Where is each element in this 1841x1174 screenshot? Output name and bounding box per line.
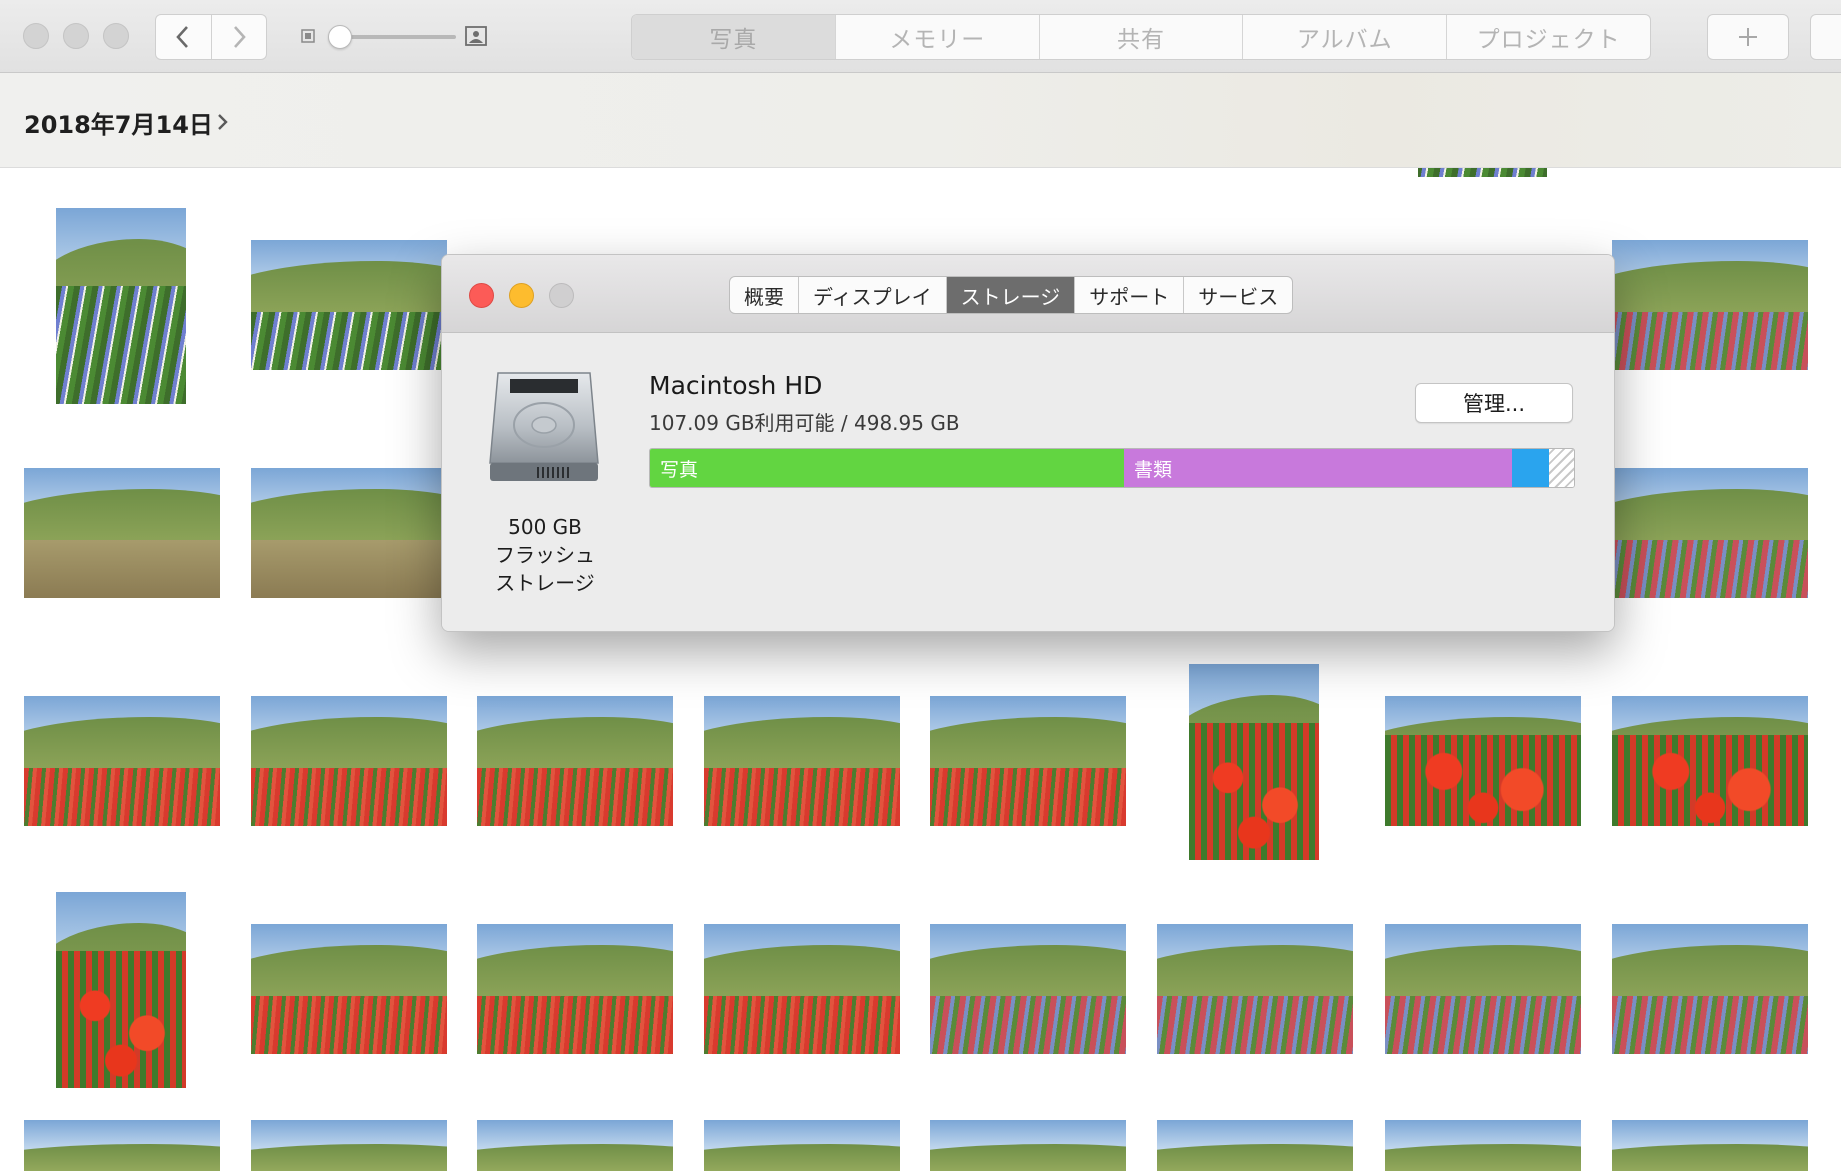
- tab-storage[interactable]: ストレージ: [945, 277, 1075, 313]
- share-button[interactable]: [1810, 14, 1841, 60]
- photo-thumbnail[interactable]: [704, 1120, 900, 1174]
- photo-thumbnail[interactable]: [477, 1120, 673, 1174]
- date-title[interactable]: 2018年7月14日: [24, 105, 213, 140]
- photo-thumbnail[interactable]: [1385, 1120, 1581, 1174]
- photo-thumbnail[interactable]: [251, 240, 447, 370]
- usage-segment-free: [1549, 449, 1574, 487]
- forward-chevron-icon: [233, 26, 246, 48]
- tab-photos[interactable]: 写真: [632, 15, 835, 59]
- hard-drive-icon: [489, 372, 599, 481]
- window-zoom-button[interactable]: [103, 23, 129, 49]
- dialog-zoom-button[interactable]: [549, 283, 574, 308]
- storage-usage-bar[interactable]: 写真 書類: [649, 448, 1575, 488]
- photo-thumbnail[interactable]: [1612, 924, 1808, 1054]
- tab-shared[interactable]: 共有: [1038, 15, 1243, 59]
- photo-thumbnail[interactable]: [477, 696, 673, 826]
- tab-service[interactable]: サービス: [1183, 277, 1292, 313]
- usage-segment-other[interactable]: [1512, 449, 1550, 487]
- add-button[interactable]: [1707, 14, 1789, 60]
- photo-thumbnail[interactable]: [251, 696, 447, 826]
- manage-button[interactable]: 管理...: [1415, 383, 1573, 423]
- photo-thumbnail[interactable]: [704, 924, 900, 1054]
- tab-memories[interactable]: メモリー: [834, 15, 1039, 59]
- drive-size-label: 500 GB: [508, 515, 582, 539]
- dialog-minimize-button[interactable]: [509, 283, 534, 308]
- window-close-button[interactable]: [23, 23, 49, 49]
- storage-panel: 500 GB フラッシュ ストレージ Macintosh HD 107.09 G…: [442, 333, 1614, 631]
- date-header: 2018年7月14日: [0, 73, 1841, 168]
- photo-thumbnail[interactable]: [930, 1120, 1126, 1174]
- drive-type-label-2: ストレージ: [495, 571, 595, 595]
- back-chevron-icon: [176, 26, 189, 48]
- tab-albums[interactable]: アルバム: [1242, 15, 1446, 59]
- dialog-tabs: 概要 ディスプレイ ストレージ サポート サービス: [729, 276, 1294, 314]
- toolbar: 写真 メモリー 共有 アルバム プロジェクト: [0, 0, 1841, 73]
- photo-thumbnail[interactable]: [1612, 1120, 1808, 1174]
- photo-thumbnail[interactable]: [1612, 696, 1808, 826]
- photo-thumbnail[interactable]: [704, 696, 900, 826]
- dialog-close-button[interactable]: [469, 283, 494, 308]
- photo-thumbnail[interactable]: [1157, 924, 1353, 1054]
- back-button[interactable]: [156, 15, 211, 59]
- dialog-titlebar: 概要 ディスプレイ ストレージ サポート サービス: [442, 255, 1614, 333]
- photo-thumbnail[interactable]: [251, 1120, 447, 1174]
- disk-name: Macintosh HD: [649, 371, 823, 400]
- forward-button[interactable]: [210, 15, 267, 59]
- chevron-right-icon[interactable]: [216, 111, 230, 133]
- photo-thumbnail[interactable]: [24, 696, 220, 826]
- tab-displays[interactable]: ディスプレイ: [798, 277, 946, 313]
- photo-thumbnail[interactable]: [56, 208, 186, 404]
- photo-thumbnail[interactable]: [24, 1120, 220, 1174]
- photo-thumbnail[interactable]: [1612, 240, 1808, 370]
- photo-thumbnail[interactable]: [1189, 664, 1319, 860]
- about-this-mac-dialog: 概要 ディスプレイ ストレージ サポート サービス 500 GB フラッシュ ス…: [441, 254, 1615, 632]
- tab-support[interactable]: サポート: [1074, 277, 1183, 313]
- photo-thumbnail[interactable]: [1385, 696, 1581, 826]
- photo-thumbnail[interactable]: [56, 892, 186, 1088]
- usage-segment-photos[interactable]: 写真: [650, 449, 1124, 487]
- window-minimize-button[interactable]: [63, 23, 89, 49]
- tab-projects[interactable]: プロジェクト: [1446, 15, 1650, 59]
- zoom-in-icon: [465, 26, 487, 46]
- drive-type-label: フラッシュ: [495, 543, 595, 567]
- photo-thumbnail[interactable]: [1157, 1120, 1353, 1174]
- drive-caption: 500 GB フラッシュ ストレージ: [472, 513, 618, 597]
- photo-thumbnail[interactable]: [930, 696, 1126, 826]
- photo-thumbnail[interactable]: [930, 924, 1126, 1054]
- view-tabs: 写真 メモリー 共有 アルバム プロジェクト: [631, 14, 1651, 60]
- disk-capacity: 107.09 GB利用可能 / 498.95 GB: [649, 411, 960, 435]
- photo-thumbnail[interactable]: [477, 924, 673, 1054]
- photo-thumbnail[interactable]: [251, 468, 447, 598]
- usage-segment-documents[interactable]: 書類: [1124, 449, 1513, 487]
- zoom-slider-track[interactable]: [340, 35, 456, 39]
- photo-thumbnail[interactable]: [1385, 924, 1581, 1054]
- plus-icon: [1739, 28, 1757, 46]
- tab-overview[interactable]: 概要: [730, 277, 798, 313]
- photo-thumbnail[interactable]: [24, 468, 220, 598]
- zoom-slider-handle[interactable]: [328, 25, 352, 49]
- navigation-buttons: [155, 14, 267, 60]
- photo-thumbnail[interactable]: [1612, 468, 1808, 598]
- zoom-out-icon: [301, 29, 315, 43]
- photo-thumbnail[interactable]: [251, 924, 447, 1054]
